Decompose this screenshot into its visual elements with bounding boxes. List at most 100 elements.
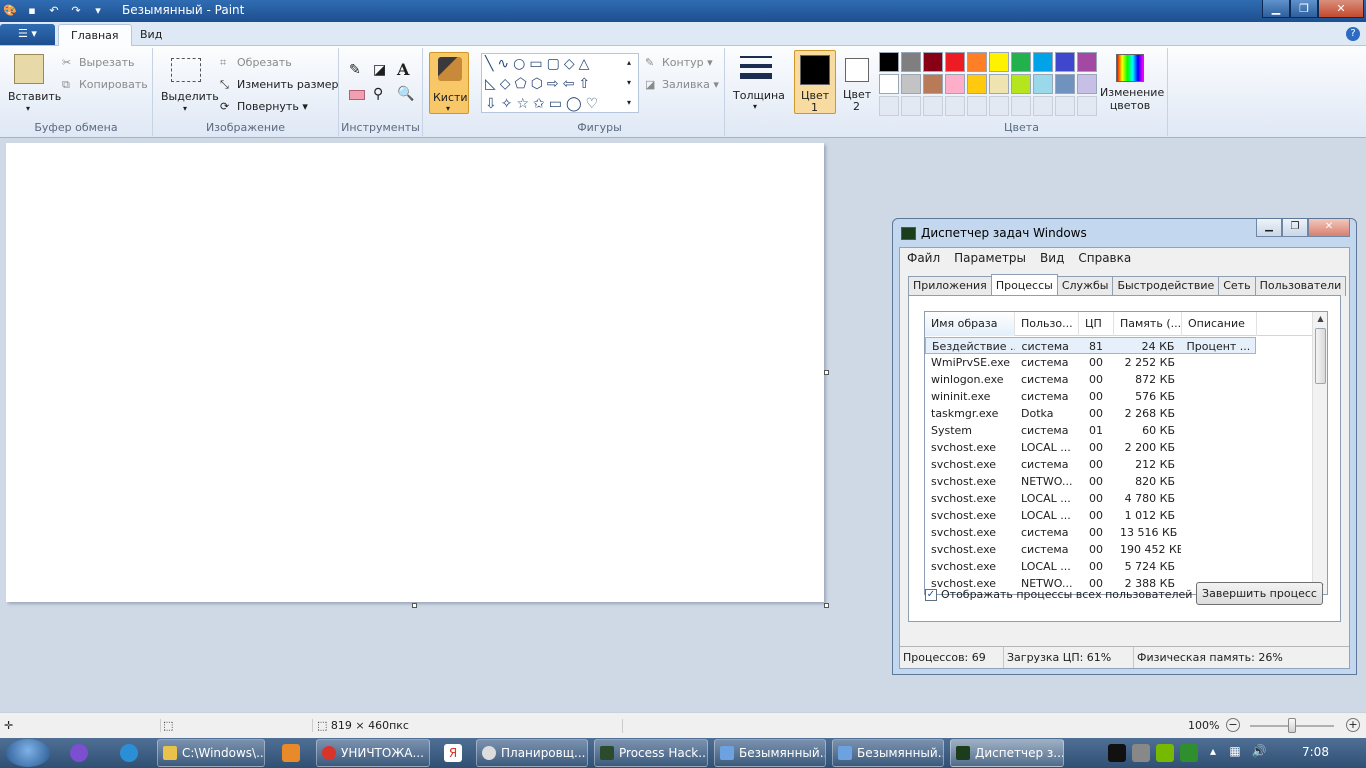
- tray-green-icon[interactable]: [1180, 744, 1198, 762]
- resize-button[interactable]: ⤡ Изменить размер: [220, 78, 339, 92]
- tray-app-icon[interactable]: [1108, 744, 1126, 762]
- qat-dropdown-icon[interactable]: ▾: [90, 3, 106, 19]
- taskbar-paint-2[interactable]: Безымянный...: [832, 739, 944, 767]
- taskbar-scheduler[interactable]: Планировщ...: [476, 739, 588, 767]
- brushes-button[interactable]: Кисти ▾: [429, 52, 469, 114]
- end-process-button[interactable]: Завершить процесс: [1196, 582, 1323, 605]
- tab-home[interactable]: Главная: [58, 24, 132, 46]
- palette-swatch[interactable]: [1077, 52, 1097, 72]
- tab-network[interactable]: Сеть: [1218, 276, 1256, 296]
- process-row[interactable]: svchost.exe LOCAL ... 00 2 200 КБ: [925, 439, 1315, 456]
- outline-button[interactable]: ✎ Контур ▾: [645, 56, 713, 70]
- cut-button[interactable]: ✂ Вырезать: [62, 56, 134, 70]
- process-row[interactable]: svchost.exe LOCAL ... 00 4 780 КБ: [925, 490, 1315, 507]
- taskbar-yandex[interactable]: УНИЧТОЖА...: [316, 739, 430, 767]
- tm-menu-options[interactable]: Параметры: [947, 248, 1033, 268]
- palette-empty-slot[interactable]: [879, 96, 899, 116]
- palette-empty-slot[interactable]: [901, 96, 921, 116]
- drawing-canvas[interactable]: [6, 143, 824, 602]
- scroll-up-icon[interactable]: ▲: [1313, 312, 1327, 326]
- taskbar-process-hacker[interactable]: Process Hack...: [594, 739, 708, 767]
- microphone-icon[interactable]: [70, 744, 88, 762]
- size-button[interactable]: Толщина ▾: [733, 50, 785, 114]
- close-button[interactable]: ✕: [1318, 0, 1364, 18]
- fill-button[interactable]: ◪ Заливка ▾: [645, 78, 719, 92]
- tab-applications[interactable]: Приложения: [908, 276, 992, 296]
- palette-swatch[interactable]: [945, 52, 965, 72]
- palette-swatch[interactable]: [1055, 74, 1075, 94]
- col-description[interactable]: Описание: [1182, 312, 1257, 336]
- resize-handle-right[interactable]: [824, 370, 829, 375]
- network-icon[interactable]: ▦: [1226, 744, 1244, 762]
- palette-swatch[interactable]: [901, 52, 921, 72]
- tm-menu-help[interactable]: Справка: [1071, 248, 1138, 268]
- eraser-icon[interactable]: [349, 90, 365, 100]
- resize-handle-corner[interactable]: [824, 603, 829, 608]
- magnifier-icon[interactable]: 🔍: [397, 86, 414, 102]
- process-list-scrollbar[interactable]: ▲ ▼: [1312, 312, 1327, 594]
- copy-button[interactable]: ⧉ Копировать: [62, 78, 148, 92]
- palette-empty-slot[interactable]: [967, 96, 987, 116]
- tray-cat-icon[interactable]: [1132, 744, 1150, 762]
- process-row[interactable]: svchost.exe LOCAL ... 00 5 724 КБ: [925, 558, 1315, 575]
- edit-colors-button[interactable]: Изменение цветов: [1100, 50, 1164, 114]
- scroll-thumb[interactable]: [1315, 328, 1326, 384]
- palette-empty-slot[interactable]: [989, 96, 1009, 116]
- paste-dropdown-icon[interactable]: ▾: [26, 104, 30, 113]
- pencil-icon[interactable]: ✎: [349, 62, 361, 78]
- tab-performance[interactable]: Быстродействие: [1112, 276, 1220, 296]
- palette-swatch[interactable]: [1055, 52, 1075, 72]
- shapes-gallery[interactable]: ╲∿○▭▢◇△ ◺◇⬠⬡⇨⇦⇧ ⇩✧☆✩▭◯♡: [481, 53, 639, 113]
- palette-swatch[interactable]: [967, 52, 987, 72]
- tray-arrow-icon[interactable]: ▴: [1204, 744, 1222, 762]
- palette-swatch[interactable]: [967, 74, 987, 94]
- palette-swatch[interactable]: [1033, 52, 1053, 72]
- palette-empty-slot[interactable]: [1033, 96, 1053, 116]
- zoom-out-icon[interactable]: −: [1226, 718, 1240, 732]
- color1-button[interactable]: Цвет 1: [794, 50, 836, 114]
- palette-swatch[interactable]: [923, 52, 943, 72]
- text-tool-icon[interactable]: A: [397, 60, 409, 79]
- fill-bucket-icon[interactable]: ◪: [373, 62, 386, 78]
- palette-empty-slot[interactable]: [1077, 96, 1097, 116]
- select-dropdown-icon[interactable]: ▾: [183, 104, 187, 113]
- col-memory[interactable]: Память (...: [1114, 312, 1182, 336]
- palette-swatch[interactable]: [879, 74, 899, 94]
- volume-icon[interactable]: 🔊: [1250, 744, 1268, 762]
- tm-menu-view[interactable]: Вид: [1033, 248, 1071, 268]
- process-row[interactable]: taskmgr.exe Dotka 00 2 268 КБ: [925, 405, 1315, 422]
- process-row[interactable]: svchost.exe NETWO... 00 820 КБ: [925, 473, 1315, 490]
- maximize-button[interactable]: ❐: [1290, 0, 1318, 18]
- show-all-processes-checkbox[interactable]: ✓ Отображать процессы всех пользователей: [925, 588, 1192, 601]
- palette-swatch[interactable]: [901, 74, 921, 94]
- rotate-button[interactable]: ⟳ Повернуть ▾: [220, 100, 308, 114]
- paste-icon[interactable]: [14, 54, 44, 84]
- col-user[interactable]: Пользо...: [1015, 312, 1079, 336]
- app-menu-button[interactable]: ☰ ▾: [0, 24, 55, 45]
- tm-maximize-button[interactable]: ❐: [1282, 219, 1308, 237]
- crop-button[interactable]: ⌗ Обрезать: [220, 56, 292, 70]
- palette-swatch[interactable]: [1011, 74, 1031, 94]
- process-row[interactable]: wininit.exe система 00 576 КБ: [925, 388, 1315, 405]
- palette-swatch[interactable]: [989, 52, 1009, 72]
- palette-swatch[interactable]: [989, 74, 1009, 94]
- nvidia-icon[interactable]: [1156, 744, 1174, 762]
- process-row[interactable]: winlogon.exe система 00 872 КБ: [925, 371, 1315, 388]
- taskbar-task-manager[interactable]: Диспетчер з...: [950, 739, 1064, 767]
- process-row[interactable]: Бездействие ... система 81 24 КБ Процент ...: [925, 337, 1256, 354]
- tm-minimize-button[interactable]: ▁: [1256, 219, 1282, 237]
- tab-users[interactable]: Пользователи: [1254, 276, 1347, 296]
- palette-empty-slot[interactable]: [1055, 96, 1075, 116]
- help-icon[interactable]: ?: [1346, 27, 1360, 41]
- tab-view[interactable]: Вид: [128, 24, 174, 46]
- palette-empty-slot[interactable]: [923, 96, 943, 116]
- palette-empty-slot[interactable]: [1011, 96, 1031, 116]
- redo-icon[interactable]: ↷: [68, 3, 84, 19]
- tm-menu-file[interactable]: Файл: [900, 248, 947, 268]
- paint-app-icon[interactable]: 🎨: [2, 3, 18, 19]
- palette-swatch[interactable]: [923, 74, 943, 94]
- color2-button[interactable]: Цвет 2: [838, 50, 876, 114]
- palette-swatch[interactable]: [879, 52, 899, 72]
- tab-services[interactable]: Службы: [1056, 276, 1114, 296]
- process-row[interactable]: svchost.exe LOCAL ... 00 1 012 КБ: [925, 507, 1315, 524]
